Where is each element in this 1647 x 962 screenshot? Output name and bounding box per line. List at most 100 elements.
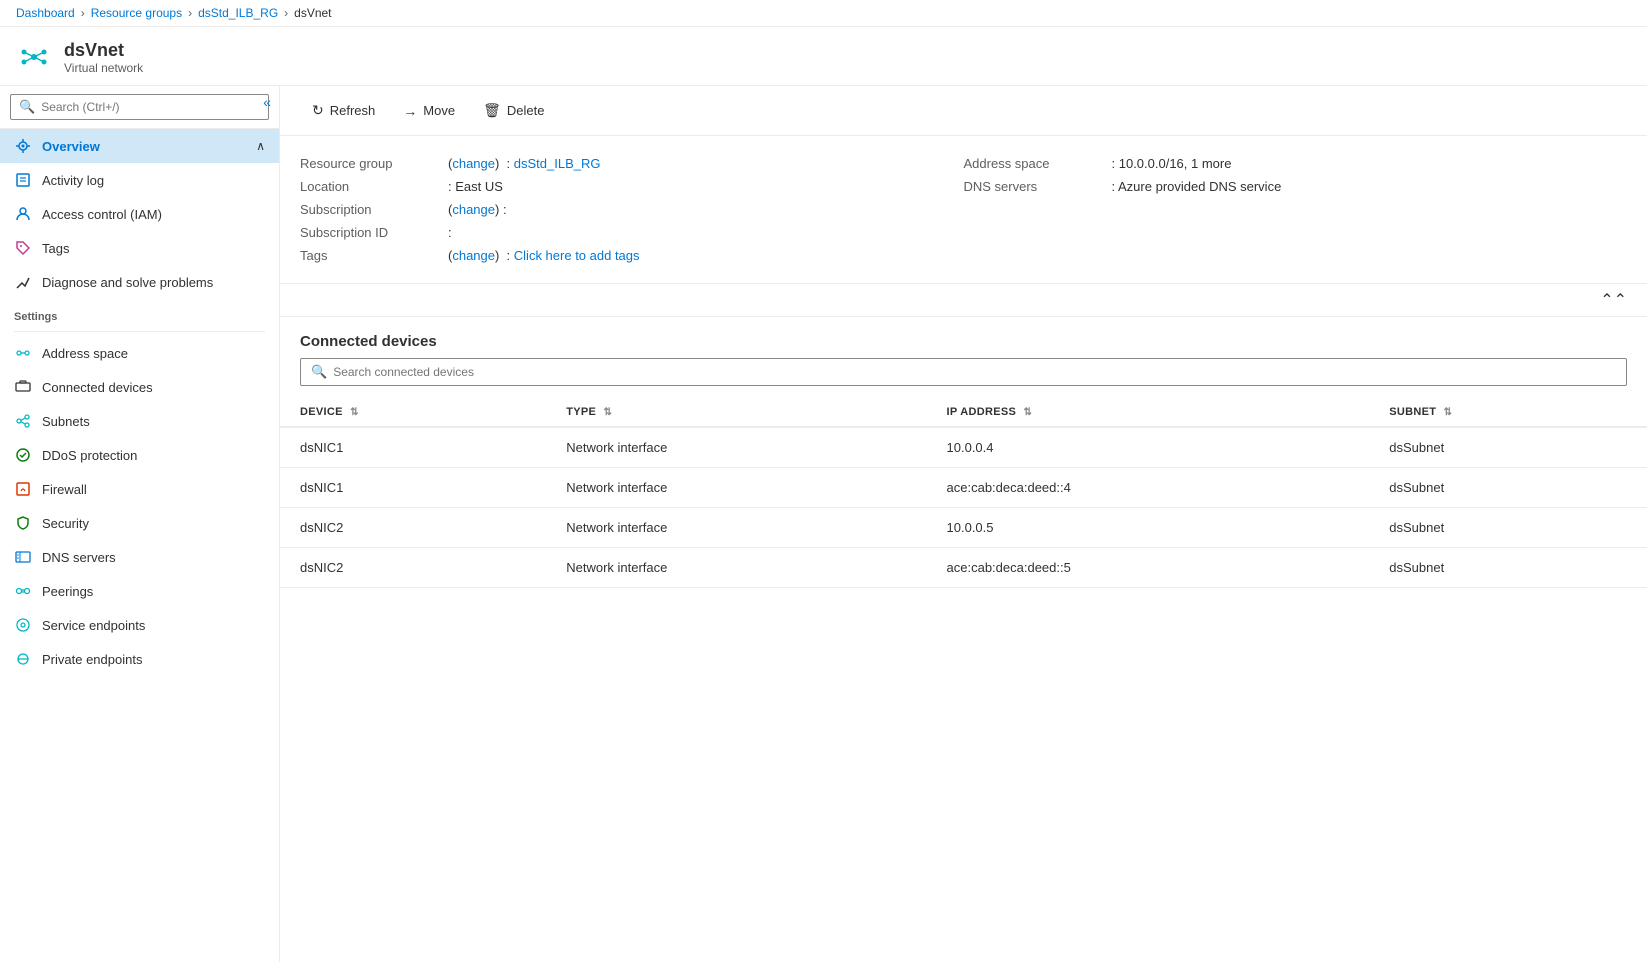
resource-title: dsVnet (64, 40, 143, 61)
sidebar-item-dns-servers-label: DNS servers (42, 550, 116, 565)
sidebar-item-peerings-label: Peerings (42, 584, 93, 599)
subscription-change-link[interactable]: change (452, 202, 495, 217)
address-space-row: Address space : 10.0.0.0/16, 1 more (964, 152, 1628, 175)
table-body: dsNIC1Network interface10.0.0.4dsSubnetd… (280, 427, 1647, 588)
subscription-id-label: Subscription ID (300, 225, 440, 240)
delete-button[interactable]: 🗑 Delete (471, 96, 556, 125)
toolbar: ↻ Refresh → Move 🗑 Delete (280, 86, 1647, 136)
breadcrumb: Dashboard › Resource groups › dsStd_ILB_… (0, 0, 1647, 27)
type-sort-icon[interactable]: ⇅ (604, 407, 613, 418)
dns-servers-label: DNS servers (964, 179, 1104, 194)
sidebar-item-firewall[interactable]: Firewall (0, 472, 279, 506)
sidebar-item-dns-servers[interactable]: DNS servers (0, 540, 279, 574)
cell-type: Network interface (546, 468, 926, 508)
location-value: : East US (448, 179, 503, 194)
sidebar-item-subnets[interactable]: Subnets (0, 404, 279, 438)
firewall-icon (14, 480, 32, 498)
collapse-icon: ⌃⌃ (1600, 290, 1627, 310)
breadcrumb-resource-groups[interactable]: Resource groups (91, 6, 182, 20)
resource-group-change-link[interactable]: change (452, 156, 495, 171)
col-header-type: TYPE ⇅ (546, 398, 926, 427)
cell-device: dsNIC2 (280, 508, 546, 548)
resource-group-name[interactable]: dsStd_ILB_RG (514, 156, 601, 171)
table-row: dsNIC1Network interfaceace:cab:deca:deed… (280, 468, 1647, 508)
sidebar-item-activity-log[interactable]: Activity log (0, 163, 279, 197)
cell-subnet: dsSubnet (1369, 548, 1647, 588)
cell-ip_address: 10.0.0.5 (927, 508, 1370, 548)
peerings-icon (14, 582, 32, 600)
tags-add-link[interactable]: Click here to add tags (514, 248, 640, 263)
overview-right-col: Address space : 10.0.0.0/16, 1 more DNS … (964, 152, 1628, 267)
resource-icon (16, 39, 52, 75)
sidebar-item-overview[interactable]: Overview ∧ (0, 129, 279, 163)
sidebar-item-diagnose-label: Diagnose and solve problems (42, 275, 213, 290)
overview-info: Resource group (change) : dsStd_ILB_RG L… (280, 136, 1647, 284)
connected-devices-icon (14, 378, 32, 396)
sidebar-item-tags[interactable]: Tags (0, 231, 279, 265)
sidebar-item-diagnose[interactable]: Diagnose and solve problems (0, 265, 279, 299)
subscription-id-value: : (448, 225, 452, 240)
sidebar-item-service-endpoints[interactable]: Service endpoints (0, 608, 279, 642)
sidebar-item-connected-devices[interactable]: Connected devices (0, 370, 279, 404)
devices-search-box: 🔍 (300, 358, 1627, 386)
subnet-sort-icon[interactable]: ⇅ (1444, 407, 1453, 418)
ip-sort-icon[interactable]: ⇅ (1024, 407, 1033, 418)
tags-label: Tags (300, 248, 440, 263)
sidebar-item-address-space[interactable]: Address space (0, 336, 279, 370)
subscription-id-row: Subscription ID : (300, 221, 964, 244)
cell-type: Network interface (546, 548, 926, 588)
move-button[interactable]: → Move (391, 97, 467, 125)
sidebar-item-peerings[interactable]: Peerings (0, 574, 279, 608)
resource-header: dsVnet Virtual network (0, 27, 1647, 86)
refresh-button[interactable]: ↻ Refresh (300, 96, 387, 125)
settings-section-label: Settings (0, 299, 279, 327)
sidebar-item-activity-log-label: Activity log (42, 173, 104, 188)
sidebar-item-private-endpoints[interactable]: Private endpoints (0, 642, 279, 676)
sidebar-item-overview-label: Overview (42, 139, 100, 154)
service-endpoints-icon (14, 616, 32, 634)
device-sort-icon[interactable]: ⇅ (350, 407, 359, 418)
cell-subnet: dsSubnet (1369, 468, 1647, 508)
col-header-subnet: SUBNET ⇅ (1369, 398, 1647, 427)
location-label: Location (300, 179, 440, 194)
address-space-label: Address space (964, 156, 1104, 171)
cell-ip_address: 10.0.0.4 (927, 427, 1370, 468)
table-header-row: DEVICE ⇅ TYPE ⇅ IP ADDRESS ⇅ SUBNET (280, 398, 1647, 427)
cell-ip_address: ace:cab:deca:deed::5 (927, 548, 1370, 588)
sidebar-item-address-space-label: Address space (42, 346, 128, 361)
breadcrumb-rg-name[interactable]: dsStd_ILB_RG (198, 6, 278, 20)
cell-device: dsNIC2 (280, 548, 546, 588)
breadcrumb-dashboard[interactable]: Dashboard (16, 6, 75, 20)
cell-type: Network interface (546, 427, 926, 468)
sidebar-item-firewall-label: Firewall (42, 482, 87, 497)
sidebar-item-security-label: Security (42, 516, 89, 531)
sidebar-item-access-control[interactable]: Access control (IAM) (0, 197, 279, 231)
connected-devices-title: Connected devices (280, 317, 1647, 358)
overview-collapse-button[interactable]: ⌃⌃ (280, 284, 1647, 317)
delete-label: Delete (507, 103, 545, 118)
cell-device: dsNIC1 (280, 468, 546, 508)
main-layout: « 🔍 Overview ∧ Activity log Access c (0, 86, 1647, 962)
search-icon: 🔍 (19, 99, 35, 115)
search-input[interactable] (41, 100, 260, 114)
connected-devices-section: Connected devices 🔍 DEVICE ⇅ TYPE ⇅ (280, 317, 1647, 588)
sidebar-item-service-endpoints-label: Service endpoints (42, 618, 145, 633)
sidebar-item-security[interactable]: Security (0, 506, 279, 540)
refresh-label: Refresh (330, 103, 376, 118)
move-label: Move (423, 103, 455, 118)
tags-row: Tags (change) : Click here to add tags (300, 244, 964, 267)
tags-change-link[interactable]: change (452, 248, 495, 263)
col-header-ip: IP ADDRESS ⇅ (927, 398, 1370, 427)
sidebar-item-private-endpoints-label: Private endpoints (42, 652, 142, 667)
security-icon (14, 514, 32, 532)
nav-collapse-btn[interactable]: ∧ (256, 139, 265, 153)
devices-search-input[interactable] (333, 365, 1616, 379)
sidebar-item-access-control-label: Access control (IAM) (42, 207, 162, 222)
sidebar-item-ddos[interactable]: DDoS protection (0, 438, 279, 472)
settings-divider (14, 331, 265, 332)
sidebar-collapse-button[interactable]: « (263, 94, 271, 110)
devices-table: DEVICE ⇅ TYPE ⇅ IP ADDRESS ⇅ SUBNET (280, 398, 1647, 588)
location-row: Location : East US (300, 175, 964, 198)
content-area: ↻ Refresh → Move 🗑 Delete Resource group… (280, 86, 1647, 962)
tags-value: (change) : Click here to add tags (448, 248, 640, 263)
